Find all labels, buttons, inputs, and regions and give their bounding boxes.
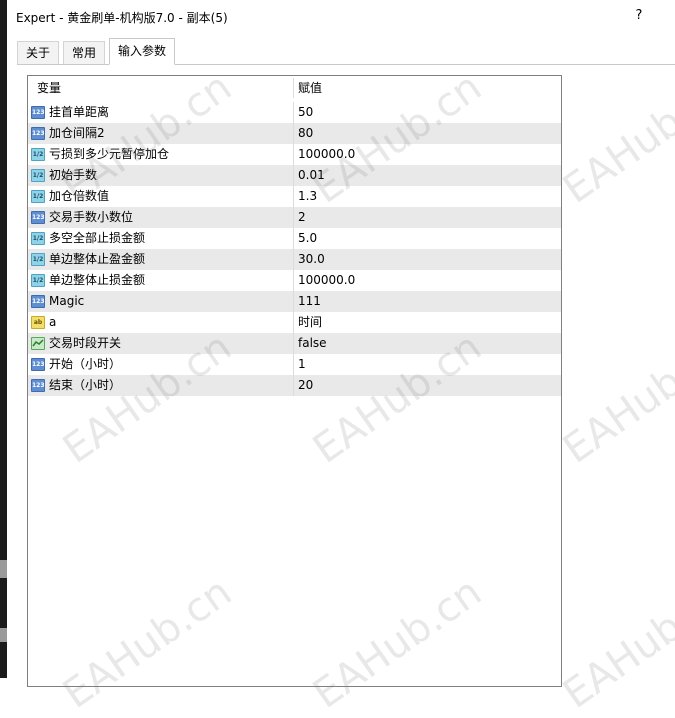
cell-divider <box>293 312 294 333</box>
variable-value[interactable]: 1.3 <box>298 186 317 207</box>
grid-rows: 123 挂首单距离 50 123 加仓间隔2 80 1/2 亏损到多少元暂停加仓 100000.… <box>28 102 561 396</box>
variable-name: 开始（小时） <box>49 357 122 371</box>
column-header-value[interactable]: 赋值 <box>298 76 322 100</box>
column-header-variable[interactable]: 变量 <box>37 76 61 100</box>
variable-name: Magic <box>49 294 85 308</box>
table-row[interactable]: 1/2 单边整体止损金额 100000.0 <box>28 270 561 291</box>
table-row[interactable]: 123 开始（小时） 1 <box>28 354 561 375</box>
grid-header: 变量 赋值 <box>28 76 561 100</box>
int-type-icon: 123 <box>31 295 45 308</box>
variable-name: 初始手数 <box>49 168 98 182</box>
variable-name: 多空全部止损金额 <box>49 231 146 245</box>
variable-value[interactable]: 100000.0 <box>298 144 355 165</box>
watermark-text: EAHub.cn <box>555 64 675 213</box>
variable-value[interactable]: 50 <box>298 102 313 123</box>
variable-name: 单边整体止盈金额 <box>49 252 146 266</box>
table-row[interactable]: 123 结束（小时） 20 <box>28 375 561 396</box>
column-divider[interactable] <box>293 78 294 98</box>
int-type-icon: 123 <box>31 379 45 392</box>
table-row[interactable]: 1/2 亏损到多少元暂停加仓 100000.0 <box>28 144 561 165</box>
watermark-text: EAHub.cn <box>555 569 675 718</box>
variable-value[interactable]: 111 <box>298 291 321 312</box>
table-row[interactable]: 1/2 单边整体止盈金额 30.0 <box>28 249 561 270</box>
cell-divider <box>293 270 294 291</box>
variable-name: 亏损到多少元暂停加仓 <box>49 147 170 161</box>
variable-value[interactable]: 5.0 <box>298 228 317 249</box>
help-button[interactable]: ? <box>631 8 647 24</box>
window-title: Expert - 黄金刷单-机构版7.0 - 副本(5) <box>16 11 228 25</box>
variable-name: 交易时段开关 <box>49 336 122 350</box>
variable-name: 交易手数小数位 <box>49 210 134 224</box>
int-type-icon: 123 <box>31 358 45 371</box>
cell-divider <box>293 228 294 249</box>
cell-divider <box>293 144 294 165</box>
bool-type-icon <box>31 337 45 350</box>
double-type-icon: 1/2 <box>31 148 45 161</box>
variable-value[interactable]: false <box>298 333 327 354</box>
table-row[interactable]: ab a 时间 <box>28 312 561 333</box>
variable-value[interactable]: 20 <box>298 375 313 396</box>
table-row[interactable]: 123 挂首单距离 50 <box>28 102 561 123</box>
variable-name: 加仓间隔2 <box>49 126 105 140</box>
variable-value[interactable]: 1 <box>298 354 306 375</box>
cell-divider <box>293 207 294 228</box>
variable-name: 挂首单距离 <box>49 105 110 119</box>
tab-bar: 关于 常用 输入参数 <box>7 32 675 65</box>
cell-divider <box>293 249 294 270</box>
variable-name: a <box>49 315 57 329</box>
table-row[interactable]: 1/2 加仓倍数值 1.3 <box>28 186 561 207</box>
double-type-icon: 1/2 <box>31 274 45 287</box>
tab-about[interactable]: 关于 <box>17 41 60 64</box>
variable-name: 加仓倍数值 <box>49 189 110 203</box>
double-type-icon: 1/2 <box>31 253 45 266</box>
variable-value[interactable]: 80 <box>298 123 313 144</box>
tab-inputs[interactable]: 输入参数 <box>109 38 176 65</box>
tab-common[interactable]: 常用 <box>63 41 106 64</box>
table-row[interactable]: 交易时段开关 false <box>28 333 561 354</box>
table-row[interactable]: 1/2 初始手数 0.01 <box>28 165 561 186</box>
int-type-icon: 123 <box>31 106 45 119</box>
watermark-text: EAHub.cn <box>555 324 675 473</box>
variable-value[interactable]: 100000.0 <box>298 270 355 291</box>
variable-value[interactable]: 30.0 <box>298 249 325 270</box>
cell-divider <box>293 123 294 144</box>
cell-divider <box>293 186 294 207</box>
cell-divider <box>293 102 294 123</box>
variable-name: 单边整体止损金额 <box>49 273 146 287</box>
table-row[interactable]: 1/2 多空全部止损金额 5.0 <box>28 228 561 249</box>
inputs-grid[interactable]: 变量 赋值 123 挂首单距离 50 123 加仓间隔2 80 1/2 亏损到多少元暂停加仓 1… <box>27 75 562 687</box>
variable-value[interactable]: 0.01 <box>298 165 325 186</box>
table-row[interactable]: 123 Magic 111 <box>28 291 561 312</box>
table-row[interactable]: 123 加仓间隔2 80 <box>28 123 561 144</box>
left-window-edge <box>0 0 7 678</box>
double-type-icon: 1/2 <box>31 190 45 203</box>
int-type-icon: 123 <box>31 127 45 140</box>
double-type-icon: 1/2 <box>31 232 45 245</box>
cell-divider <box>293 375 294 396</box>
cell-divider <box>293 354 294 375</box>
string-type-icon: ab <box>31 316 45 329</box>
cell-divider <box>293 333 294 354</box>
int-type-icon: 123 <box>31 211 45 224</box>
title-bar: Expert - 黄金刷单-机构版7.0 - 副本(5) ? <box>7 0 675 32</box>
table-row[interactable]: 123 交易手数小数位 2 <box>28 207 561 228</box>
variable-value[interactable]: 2 <box>298 207 306 228</box>
double-type-icon: 1/2 <box>31 169 45 182</box>
cell-divider <box>293 165 294 186</box>
variable-value[interactable]: 时间 <box>298 312 322 333</box>
variable-name: 结束（小时） <box>49 378 122 392</box>
cell-divider <box>293 291 294 312</box>
